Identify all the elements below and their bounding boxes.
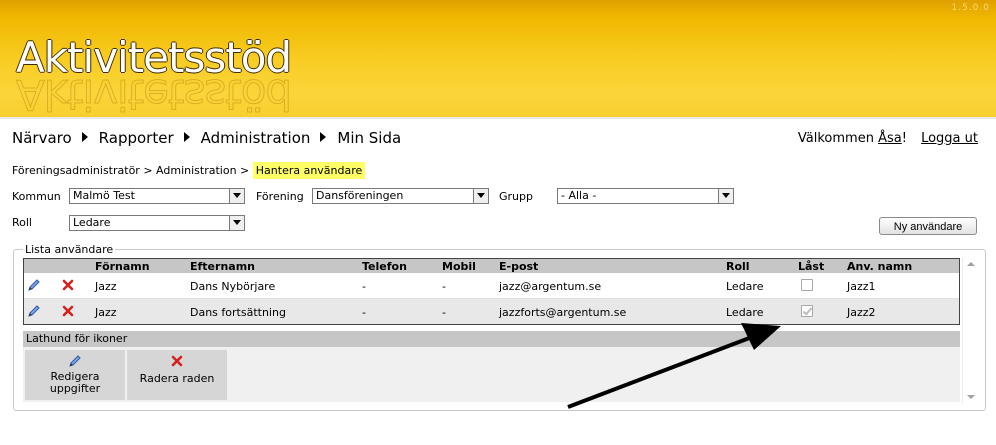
annotation-arrow-icon xyxy=(567,323,781,409)
